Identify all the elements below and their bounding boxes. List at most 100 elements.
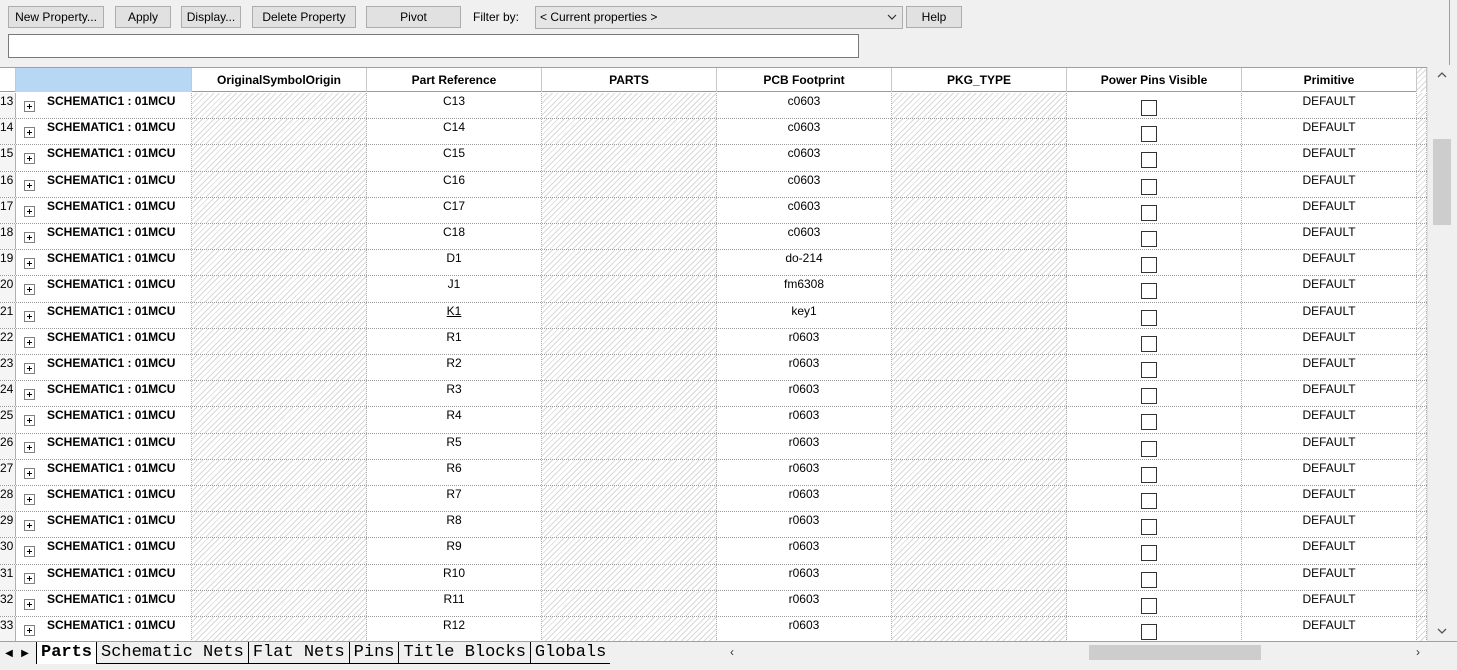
power-pins-visible-checkbox[interactable] bbox=[1141, 519, 1157, 536]
table-row[interactable]: 30 SCHEMATIC1 : 01MCU R9 r0603 DEFAULT bbox=[0, 538, 1427, 565]
part-name-cell[interactable]: SCHEMATIC1 : 01MCU bbox=[16, 486, 192, 512]
part-reference-cell[interactable]: R11 bbox=[367, 590, 542, 616]
part-reference-cell[interactable]: R5 bbox=[367, 433, 542, 459]
column-header[interactable]: PKG_TYPE bbox=[892, 68, 1067, 92]
expand-icon[interactable] bbox=[24, 546, 35, 558]
table-row[interactable]: 19 SCHEMATIC1 : 01MCU D1 do-214 DEFAULT bbox=[0, 250, 1427, 277]
part-reference-cell[interactable]: R6 bbox=[367, 459, 542, 485]
pcb-footprint-cell[interactable]: c0603 bbox=[717, 93, 892, 119]
tab-title-blocks[interactable]: Title Blocks bbox=[398, 642, 530, 664]
table-row[interactable]: 16 SCHEMATIC1 : 01MCU C16 c0603 DEFAULT bbox=[0, 171, 1427, 198]
expand-icon[interactable] bbox=[24, 441, 35, 453]
part-reference-cell[interactable]: C13 bbox=[367, 93, 542, 119]
primitive-cell[interactable]: DEFAULT bbox=[1242, 276, 1417, 302]
expand-icon[interactable] bbox=[24, 232, 35, 243]
part-name-cell[interactable]: SCHEMATIC1 : 01MCU bbox=[16, 381, 192, 407]
table-row[interactable]: 21 SCHEMATIC1 : 01MCU K1 key1 DEFAULT bbox=[0, 302, 1427, 329]
pcb-footprint-cell[interactable]: r0603 bbox=[717, 617, 892, 641]
table-row[interactable]: 20 SCHEMATIC1 : 01MCU J1 fm6308 DEFAULT bbox=[0, 276, 1427, 303]
power-pins-visible-checkbox[interactable] bbox=[1141, 493, 1157, 509]
part-name-cell[interactable]: SCHEMATIC1 : 01MCU bbox=[16, 407, 192, 433]
part-reference-cell[interactable]: R12 bbox=[367, 617, 542, 641]
pcb-footprint-cell[interactable]: r0603 bbox=[717, 590, 892, 616]
primitive-cell[interactable]: DEFAULT bbox=[1242, 119, 1417, 145]
part-reference-cell[interactable]: C18 bbox=[367, 224, 542, 250]
delete-property-button[interactable]: Delete Property bbox=[252, 6, 356, 28]
expand-icon[interactable] bbox=[24, 572, 35, 584]
tab-flat-nets[interactable]: Flat Nets bbox=[247, 642, 349, 664]
primitive-cell[interactable]: DEFAULT bbox=[1242, 250, 1417, 276]
pcb-footprint-cell[interactable]: r0603 bbox=[717, 538, 892, 564]
primitive-cell[interactable]: DEFAULT bbox=[1242, 93, 1417, 119]
part-reference-cell[interactable]: C14 bbox=[367, 119, 542, 145]
power-pins-visible-checkbox[interactable] bbox=[1141, 597, 1157, 614]
part-name-cell[interactable]: SCHEMATIC1 : 01MCU bbox=[16, 538, 192, 564]
power-pins-visible-checkbox[interactable] bbox=[1141, 362, 1157, 378]
power-pins-visible-checkbox[interactable] bbox=[1141, 100, 1157, 116]
table-row[interactable]: 14 SCHEMATIC1 : 01MCU C14 c0603 DEFAULT bbox=[0, 119, 1427, 146]
chevron-right-icon[interactable]: › bbox=[1416, 644, 1420, 661]
part-reference-cell[interactable]: R8 bbox=[367, 512, 542, 538]
vertical-scrollbar[interactable] bbox=[1427, 67, 1457, 641]
pcb-footprint-cell[interactable]: fm6308 bbox=[717, 276, 892, 302]
primitive-cell[interactable]: DEFAULT bbox=[1242, 459, 1417, 485]
part-name-cell[interactable]: SCHEMATIC1 : 01MCU bbox=[16, 171, 192, 197]
tab-parts[interactable]: Parts bbox=[36, 642, 97, 664]
part-name-cell[interactable]: SCHEMATIC1 : 01MCU bbox=[16, 302, 192, 328]
primitive-cell[interactable]: DEFAULT bbox=[1242, 564, 1417, 590]
part-name-cell[interactable]: SCHEMATIC1 : 01MCU bbox=[16, 197, 192, 223]
part-name-cell[interactable]: SCHEMATIC1 : 01MCU bbox=[16, 93, 192, 119]
expand-icon[interactable] bbox=[24, 467, 35, 479]
pcb-footprint-cell[interactable]: r0603 bbox=[717, 459, 892, 485]
primitive-cell[interactable]: DEFAULT bbox=[1242, 197, 1417, 223]
primitive-cell[interactable]: DEFAULT bbox=[1242, 224, 1417, 250]
primitive-cell[interactable]: DEFAULT bbox=[1242, 512, 1417, 538]
part-reference-cell[interactable]: R9 bbox=[367, 538, 542, 564]
table-row[interactable]: 23 SCHEMATIC1 : 01MCU R2 r0603 DEFAULT bbox=[0, 355, 1427, 382]
part-name-cell[interactable]: SCHEMATIC1 : 01MCU bbox=[16, 145, 192, 171]
new-property-button[interactable]: New Property... bbox=[8, 6, 104, 28]
apply-button[interactable]: Apply bbox=[115, 6, 171, 28]
tab-next-icon[interactable]: ▶ bbox=[18, 646, 32, 662]
pcb-footprint-cell[interactable]: c0603 bbox=[717, 224, 892, 250]
expand-icon[interactable] bbox=[24, 101, 35, 112]
part-reference-cell[interactable]: R4 bbox=[367, 407, 542, 433]
part-name-cell[interactable]: SCHEMATIC1 : 01MCU bbox=[16, 617, 192, 641]
column-header[interactable]: Power Pins Visible bbox=[1067, 68, 1242, 92]
chevron-down-icon[interactable] bbox=[1436, 625, 1448, 639]
column-header[interactable]: PCB Footprint bbox=[717, 68, 892, 92]
power-pins-visible-checkbox[interactable] bbox=[1141, 126, 1157, 143]
expand-icon[interactable] bbox=[24, 625, 35, 636]
tab-schematic-nets[interactable]: Schematic Nets bbox=[96, 642, 248, 664]
power-pins-visible-checkbox[interactable] bbox=[1141, 309, 1157, 326]
expand-icon[interactable] bbox=[24, 494, 35, 505]
part-name-cell[interactable]: SCHEMATIC1 : 01MCU bbox=[16, 512, 192, 538]
pcb-footprint-cell[interactable]: c0603 bbox=[717, 197, 892, 223]
part-reference-cell[interactable]: R1 bbox=[367, 328, 542, 354]
primitive-cell[interactable]: DEFAULT bbox=[1242, 590, 1417, 616]
power-pins-visible-checkbox[interactable] bbox=[1141, 152, 1157, 169]
table-row[interactable]: 22 SCHEMATIC1 : 01MCU R1 r0603 DEFAULT bbox=[0, 328, 1427, 355]
part-name-cell[interactable]: SCHEMATIC1 : 01MCU bbox=[16, 590, 192, 616]
chevron-left-icon[interactable]: ‹ bbox=[730, 644, 734, 661]
expand-icon[interactable] bbox=[24, 179, 35, 191]
expand-icon[interactable] bbox=[24, 258, 35, 270]
table-row[interactable]: 17 SCHEMATIC1 : 01MCU C17 c0603 DEFAULT bbox=[0, 197, 1427, 224]
part-name-cell[interactable]: SCHEMATIC1 : 01MCU bbox=[16, 119, 192, 145]
table-row[interactable]: 33 SCHEMATIC1 : 01MCU R12 r0603 DEFAULT bbox=[0, 617, 1427, 641]
primitive-cell[interactable]: DEFAULT bbox=[1242, 433, 1417, 459]
part-reference-cell[interactable]: R3 bbox=[367, 381, 542, 407]
part-name-cell[interactable]: SCHEMATIC1 : 01MCU bbox=[16, 433, 192, 459]
primitive-cell[interactable]: DEFAULT bbox=[1242, 145, 1417, 171]
column-header[interactable]: Part Reference bbox=[367, 68, 542, 92]
table-row[interactable]: 13 SCHEMATIC1 : 01MCU C13 c0603 DEFAULT bbox=[0, 93, 1427, 120]
tab-prev-icon[interactable]: ◀ bbox=[2, 646, 16, 662]
column-header[interactable]: OriginalSymbolOrigin bbox=[192, 68, 367, 92]
power-pins-visible-checkbox[interactable] bbox=[1141, 440, 1157, 457]
table-row[interactable]: 29 SCHEMATIC1 : 01MCU R8 r0603 DEFAULT bbox=[0, 512, 1427, 539]
expand-icon[interactable] bbox=[24, 415, 35, 427]
primitive-cell[interactable]: DEFAULT bbox=[1242, 171, 1417, 197]
table-row[interactable]: 24 SCHEMATIC1 : 01MCU R3 r0603 DEFAULT bbox=[0, 381, 1427, 408]
power-pins-visible-checkbox[interactable] bbox=[1141, 624, 1157, 640]
table-row[interactable]: 28 SCHEMATIC1 : 01MCU R7 r0603 DEFAULT bbox=[0, 486, 1427, 513]
